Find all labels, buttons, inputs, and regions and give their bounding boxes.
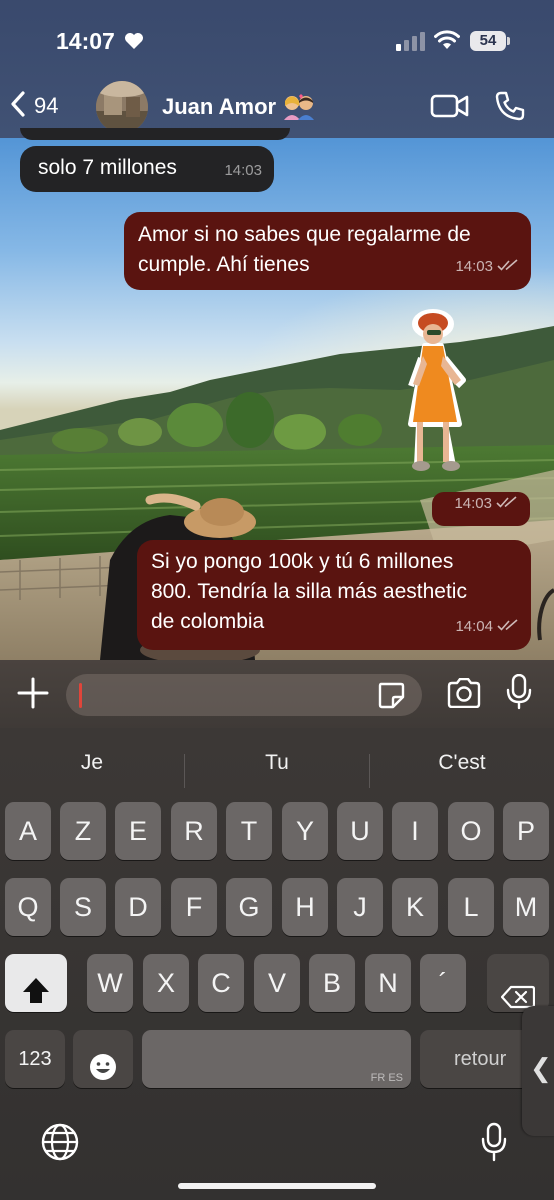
outgoing-message[interactable]: Amor si no sabes que regalarme de cumple… xyxy=(124,212,531,290)
message-meta: 14:03 xyxy=(454,489,518,519)
key-c[interactable]: C xyxy=(198,954,244,1012)
message-line: Si yo pongo 100k y tú 6 millones xyxy=(151,550,454,573)
shift-key[interactable] xyxy=(5,954,67,1012)
space-language-label: FR ES xyxy=(370,1072,403,1084)
double-check-icon xyxy=(496,489,518,519)
chat-header: 14:07 54 94 Juan Amor xyxy=(0,0,554,138)
globe-icon[interactable] xyxy=(40,1122,80,1167)
message-line: 800. Tendría la silla más aesthetic xyxy=(151,580,467,603)
key-o[interactable]: O xyxy=(448,802,494,860)
heart-icon xyxy=(124,32,144,55)
key-h[interactable]: H xyxy=(282,878,328,936)
contact-name[interactable]: Juan Amor xyxy=(162,94,276,120)
key-n[interactable]: N xyxy=(365,954,411,1012)
text-cursor xyxy=(79,683,82,708)
message-time: 14:03 xyxy=(224,162,262,179)
camera-icon[interactable] xyxy=(446,677,482,713)
outgoing-sticker-meta: 14:03 xyxy=(432,492,530,526)
message-text: solo 7 millones xyxy=(38,156,177,179)
outgoing-message[interactable]: Si yo pongo 100k y tú 6 millones 800. Te… xyxy=(137,540,531,650)
status-bar: 14:07 54 xyxy=(0,22,554,62)
double-check-icon xyxy=(497,252,519,282)
chevron-left-icon xyxy=(10,90,26,123)
battery-icon: 54 xyxy=(470,31,510,51)
key-g[interactable]: G xyxy=(226,878,272,936)
key-i[interactable]: I xyxy=(392,802,438,860)
key-e[interactable]: E xyxy=(115,802,161,860)
shift-arrow-icon xyxy=(21,968,51,1026)
key-acute-accent[interactable]: ´ xyxy=(420,954,466,1012)
unread-count: 94 xyxy=(34,93,59,118)
delete-key[interactable] xyxy=(487,954,549,1012)
key-k[interactable]: K xyxy=(392,878,438,936)
key-q[interactable]: Q xyxy=(5,878,51,936)
message-time: 14:04 xyxy=(455,618,493,635)
microphone-icon[interactable] xyxy=(506,673,532,715)
previous-message-edge xyxy=(20,128,290,140)
message-line: Amor si no sabes que regalarme de xyxy=(138,223,471,246)
numbers-key[interactable]: 123 xyxy=(5,1030,65,1088)
chat-nav-bar: 94 Juan Amor xyxy=(0,76,554,136)
key-b[interactable]: B xyxy=(309,954,355,1012)
emoji-key[interactable] xyxy=(73,1030,133,1088)
keyboard-side-handle[interactable]: ❮ xyxy=(522,1006,554,1136)
incoming-message[interactable]: solo 7 millones 14:03 xyxy=(20,146,274,192)
video-call-icon[interactable] xyxy=(430,92,470,125)
message-meta: 14:03 xyxy=(224,156,262,186)
key-j[interactable]: J xyxy=(337,878,383,936)
girl-in-orange-dress-sticker[interactable] xyxy=(405,306,477,478)
message-meta: 14:04 xyxy=(455,612,519,642)
key-u[interactable]: U xyxy=(337,802,383,860)
message-meta: 14:03 xyxy=(455,252,519,282)
phone-call-icon[interactable] xyxy=(494,90,526,127)
back-button[interactable]: 94 xyxy=(10,86,78,126)
key-z[interactable]: Z xyxy=(60,802,106,860)
suggestion-item[interactable]: Tu xyxy=(185,738,369,788)
wifi-icon xyxy=(434,30,460,55)
key-a[interactable]: A xyxy=(5,802,51,860)
message-time: 14:03 xyxy=(454,495,492,512)
key-w[interactable]: W xyxy=(87,954,133,1012)
home-indicator xyxy=(178,1183,376,1189)
key-m[interactable]: M xyxy=(503,878,549,936)
key-d[interactable]: D xyxy=(115,878,161,936)
double-check-icon xyxy=(497,612,519,642)
space-key[interactable]: FR ES xyxy=(142,1030,411,1088)
message-input[interactable] xyxy=(66,674,422,716)
key-p[interactable]: P xyxy=(503,802,549,860)
key-t[interactable]: T xyxy=(226,802,272,860)
key-f[interactable]: F xyxy=(171,878,217,936)
key-x[interactable]: X xyxy=(143,954,189,1012)
dictation-microphone-icon[interactable] xyxy=(480,1122,508,1167)
chevron-left-icon: ❮ xyxy=(530,1054,552,1084)
status-time: 14:07 xyxy=(56,28,115,54)
couple-emoji-icon xyxy=(282,92,316,125)
key-y[interactable]: Y xyxy=(282,802,328,860)
message-input-bar xyxy=(0,660,554,728)
sticker-icon[interactable] xyxy=(376,680,406,715)
emoji-face-icon xyxy=(88,1044,118,1102)
predictive-suggestions: Je Tu C'est xyxy=(0,738,554,788)
suggestion-item[interactable]: Je xyxy=(0,738,184,788)
key-l[interactable]: L xyxy=(448,878,494,936)
suggestion-item[interactable]: C'est xyxy=(370,738,554,788)
key-r[interactable]: R xyxy=(171,802,217,860)
cellular-signal-icon xyxy=(396,31,426,56)
message-time: 14:03 xyxy=(455,258,493,275)
key-s[interactable]: S xyxy=(60,878,106,936)
key-v[interactable]: V xyxy=(254,954,300,1012)
contact-avatar[interactable] xyxy=(96,81,148,133)
plus-icon[interactable] xyxy=(16,676,50,715)
